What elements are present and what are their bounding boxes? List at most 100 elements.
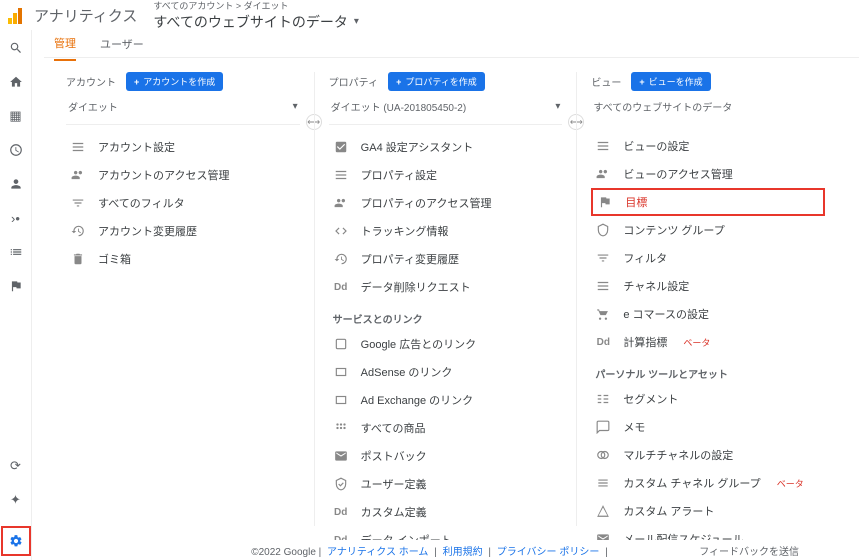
view-item-7[interactable]: Dd計算指標ベータ [591,328,825,356]
item-label: データ削除リクエスト [361,279,471,295]
view-personal-item-3[interactable]: カスタム チャネル グループ ベータ [591,469,825,497]
account-item-4[interactable]: ゴミ箱 [66,245,300,273]
view-personal-item-5[interactable]: メール配信スケジュール [591,525,825,540]
breadcrumb-wrap[interactable]: すべてのアカウント > ダイエット すべてのウェブサイトのデータ ▾ [153,0,359,32]
view-personal-item-1[interactable]: メモ [591,413,825,441]
account-selector[interactable]: ダイエット ▾ [66,95,300,125]
create-property-button[interactable]: プロパティを作成 [388,72,485,91]
view-item-5[interactable]: チャネル設定 [591,272,825,300]
property-link-item-6[interactable]: Dd カスタム定義 [329,498,563,526]
tab-user[interactable]: ユーザー [100,28,144,60]
view-item-3[interactable]: コンテンツ グループ [591,216,825,244]
property-item-3[interactable]: トラッキング情報 [329,217,563,245]
attribution-icon[interactable]: ⟳ [8,458,24,474]
item-label: マルチチャネルの設定 [623,447,733,463]
view-column: ビュー ビューを作成 すべてのウェブサイトのデータ ビューの設定ビューのアクセス… [576,72,839,526]
footer-link-privacy[interactable]: プライバシー ポリシー [497,547,600,558]
item-label: GA4 設定アシスタント [361,139,474,155]
realtime-icon[interactable] [8,142,24,158]
dd-icon: Dd [595,334,611,350]
property-item-1[interactable]: プロパティ設定 [329,161,563,189]
account-item-0[interactable]: アカウント設定 [66,133,300,161]
view-item-6[interactable]: e コマースの設定 [591,300,825,328]
account-item-3[interactable]: アカウント変更履歴 [66,217,300,245]
view-title: すべてのウェブサイトのデータ [153,12,347,32]
history-icon [333,251,349,267]
property-selector[interactable]: ダイエット (UA-201805450-2) ▾ [329,95,563,125]
item-label: Ad Exchange のリンク [361,392,474,408]
view-personal-item-2[interactable]: マルチチャネルの設定 [591,441,825,469]
item-label: コンテンツ グループ [623,222,724,238]
filter-icon [70,195,86,211]
property-link-item-5[interactable]: ユーザー定義 [329,470,563,498]
item-label: カスタム チャネル グループ [623,475,760,491]
property-link-item-7[interactable]: Ddデータ インポート [329,526,563,540]
feedback-button[interactable]: フィードバックを送信 [699,543,799,558]
property-item-2[interactable]: プロパティのアクセス管理 [329,189,563,217]
search-icon[interactable] [8,40,24,56]
view-item-4[interactable]: フィルタ [591,244,825,272]
conversions-icon[interactable] [8,278,24,294]
item-label: ビューの設定 [623,138,689,154]
account-item-1[interactable]: アカウントのアクセス管理 [66,161,300,189]
view-item-1[interactable]: ビューのアクセス管理 [591,160,825,188]
view-personal-item-4[interactable]: カスタム アラート [591,497,825,525]
adexchange-icon [333,392,349,408]
item-label: すべてのフィルタ [98,195,185,211]
users-icon [595,166,611,182]
item-label: カスタム定義 [361,504,427,520]
discover-icon[interactable]: ✦ [8,492,24,508]
footer-link-terms[interactable]: 利用規約 [443,547,483,558]
view-personal-item-0[interactable]: セグメント [591,385,825,413]
view-label: ビュー [591,74,621,89]
adsense-icon [333,364,349,380]
caret-down-icon: ▾ [354,16,359,27]
users-icon [333,195,349,211]
tab-admin[interactable]: 管理 [54,27,76,61]
property-link-item-1[interactable]: AdSense のリンク [329,358,563,386]
property-link-item-2[interactable]: Ad Exchange のリンク [329,386,563,414]
cart-icon [595,306,611,322]
acquisition-icon[interactable]: ›• [8,210,24,226]
item-label: プロパティのアクセス管理 [361,195,492,211]
item-label: アカウント変更履歴 [98,223,197,239]
beta-badge: ベータ [683,336,710,349]
item-label: チャネル設定 [623,278,689,294]
account-item-2[interactable]: すべてのフィルタ [66,189,300,217]
create-account-button[interactable]: アカウントを作成 [126,72,223,91]
item-label: アカウント設定 [98,139,175,155]
view-item-2[interactable]: 目標 [591,188,825,216]
check-icon [333,139,349,155]
audience-icon[interactable] [8,176,24,192]
item-label: Google 広告とのリンク [361,336,476,352]
dd-icon: Dd [333,279,349,295]
property-link-item-4[interactable]: ポストバック [329,442,563,470]
home-icon[interactable] [8,74,24,90]
view-selected: すべてのウェブサイトのデータ [591,95,825,124]
property-link-item-3[interactable]: すべての商品 [329,414,563,442]
property-item-0[interactable]: GA4 設定アシスタント [329,133,563,161]
memo-icon [595,419,611,435]
create-view-button[interactable]: ビューを作成 [631,72,710,91]
segment-icon [595,391,611,407]
property-item-4[interactable]: プロパティ変更履歴 [329,245,563,273]
property-item-5[interactable]: Dd データ削除リクエスト [329,273,563,301]
dashboard-icon[interactable]: ▦ [8,108,24,124]
behavior-icon[interactable] [8,244,24,260]
breadcrumb: すべてのアカウント > ダイエット [153,0,359,12]
footer-link-home[interactable]: アナリティクス ホーム [327,547,428,558]
item-label: フィルタ [623,250,667,266]
beta-badge: ベータ [777,477,804,490]
item-label: ポストバック [361,448,427,464]
property-link-item-0[interactable]: Google 広告とのリンク [329,330,563,358]
dd-icon: Dd [333,504,349,520]
item-label: e コマースの設定 [623,306,709,322]
settings-icon [333,167,349,183]
property-label: プロパティ [329,74,378,89]
item-label: ゴミ箱 [98,251,131,267]
item-label: プロパティ変更履歴 [361,251,459,267]
multichannel-icon [595,447,611,463]
channelgroup-icon [595,475,611,491]
caret-down-icon: ▾ [293,101,298,112]
view-item-0[interactable]: ビューの設定 [591,132,825,160]
